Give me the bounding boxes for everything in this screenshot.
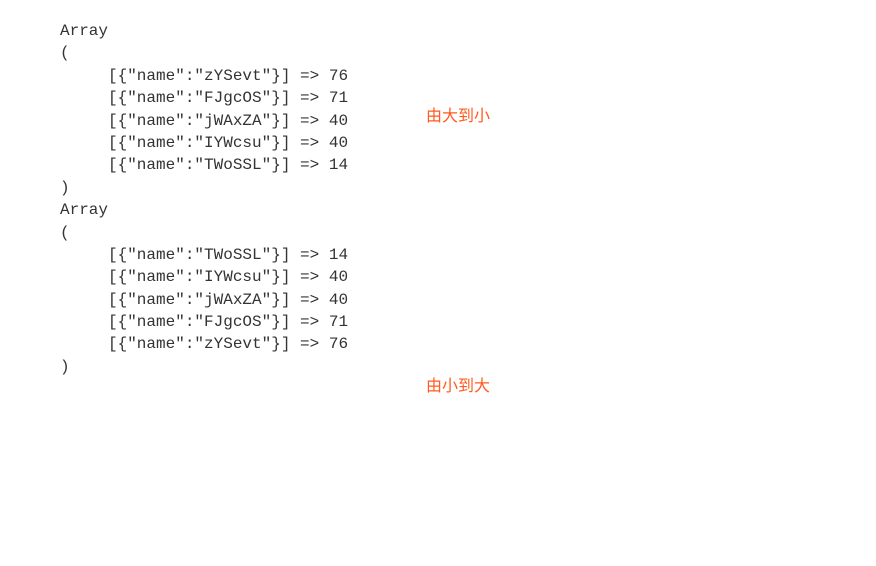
array-keyword: Array	[60, 199, 876, 221]
code-output: Array ( [{"name":"zYSevt"}] => 76 [{"nam…	[0, 0, 876, 378]
paren-close: )	[60, 356, 876, 378]
array-keyword: Array	[60, 20, 876, 42]
paren-close: )	[60, 177, 876, 199]
array-row: [{"name":"IYWcsu"}] => 40	[60, 266, 876, 288]
annotation-desc-sort: 由大到小	[426, 106, 490, 128]
paren-open: (	[60, 42, 876, 64]
array-row: [{"name":"zYSevt"}] => 76	[60, 65, 876, 87]
array-row: [{"name":"TWoSSL"}] => 14	[60, 244, 876, 266]
paren-open: (	[60, 222, 876, 244]
array-row: [{"name":"FJgcOS"}] => 71	[60, 311, 876, 333]
array-row: [{"name":"TWoSSL"}] => 14	[60, 154, 876, 176]
array-row: [{"name":"zYSevt"}] => 76	[60, 333, 876, 355]
array-row: [{"name":"jWAxZA"}] => 40	[60, 289, 876, 311]
array-row: [{"name":"IYWcsu"}] => 40	[60, 132, 876, 154]
annotation-asc-sort: 由小到大	[426, 376, 490, 398]
